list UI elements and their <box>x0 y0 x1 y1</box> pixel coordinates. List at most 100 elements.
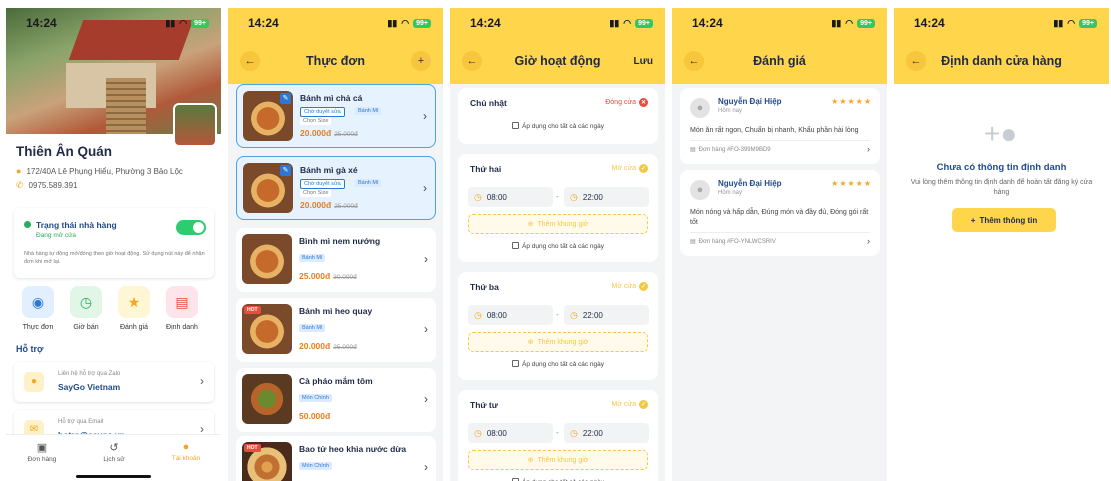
close-time-field[interactable]: ◷ 22:00 <box>564 423 649 443</box>
status-time: 14:24 <box>914 16 945 30</box>
menu-item[interactable]: ✎ Bánh mì chả cá Chờ duyệt sửa Bánh Mì C… <box>236 84 436 148</box>
add-slot-button[interactable]: ⊕ Thêm khung giờ <box>468 450 648 470</box>
restaurant-status-toggle[interactable] <box>176 220 206 235</box>
price-value: 20.000đ <box>300 128 332 138</box>
add-info-button[interactable]: + Thêm thông tin <box>952 208 1056 232</box>
category-chip: Món Chính <box>299 394 332 402</box>
menu-item-image <box>242 234 292 284</box>
menu-shortcut-button[interactable]: ◉ <box>22 286 54 318</box>
menu-item[interactable]: ✎ Bánh mì gà xé Chờ duyệt sửa Bánh Mì Ch… <box>236 156 436 220</box>
close-time-value: 22:00 <box>582 192 603 202</box>
old-price: 25.000đ <box>334 131 358 138</box>
close-time-value: 22:00 <box>582 428 603 438</box>
open-time-field[interactable]: ◷ 08:00 <box>468 305 553 325</box>
status-bar: 14:24 ▮▮ ◠ 99+ <box>228 8 443 38</box>
orders-icon: ▣ <box>36 442 48 454</box>
check-icon: ✓ <box>639 400 648 409</box>
pending-edit-chip: Chờ duyệt sửa <box>300 179 345 189</box>
day-state-label: Đóng cửa <box>605 99 636 106</box>
home-indicator <box>76 475 151 478</box>
empty-state-title: Chưa có thông tin định danh <box>936 162 1067 173</box>
review-text: Món nóng và hấp dẫn, Đúng món và đầy đủ,… <box>690 209 869 226</box>
day-card-wednesday: Thứ tư Mở cửa ✓ ◷ 08:00 - ◷ 22:00 ⊕ Thêm khu… <box>458 390 658 481</box>
add-slot-button[interactable]: ⊕ Thêm khung giờ <box>468 332 648 352</box>
menu-item-price: 20.000đ 25.000đ <box>299 341 357 351</box>
review-time: Hôm nay <box>718 108 743 114</box>
old-price: 25.000đ <box>333 344 357 351</box>
status-bar: 14:24 ▮▮ ◠ 99+ <box>672 8 887 38</box>
apply-all-label: Áp dụng cho tất cả các ngày <box>521 243 605 250</box>
apply-all-label: Áp dụng cho tất cả các ngày <box>521 123 605 130</box>
divider <box>690 232 870 233</box>
menu-item[interactable]: Bình mì nem nướng Bánh Mì 25.000đ 30.000đ… <box>236 228 436 292</box>
add-slot-label: Thêm khung giờ <box>537 338 589 346</box>
arrow-left-icon: ← <box>910 55 922 67</box>
day-open-toggle[interactable]: Mở cửa ✓ <box>612 282 648 291</box>
menu-item[interactable]: HOT Bao tử heo khìa nước dừa Món Chính › <box>236 436 436 481</box>
day-name: Thứ ba <box>470 282 499 292</box>
menu-item-name: Bánh mì heo quay <box>299 306 373 316</box>
location-pin-icon: ● <box>16 166 22 176</box>
close-time-field[interactable]: ◷ 22:00 <box>564 187 649 207</box>
wifi-icon: ◠ <box>1067 17 1076 28</box>
menu-shortcut-label: Thực đơn <box>22 324 54 331</box>
hours-shortcut-button[interactable]: ◷ <box>70 286 102 318</box>
profile-screen: 14:24 ▮▮ ◠ 99+ Thiên Ân Quán ● 172/40A Lê P… <box>6 8 221 481</box>
price-value: 20.000đ <box>300 200 332 210</box>
chevron-right-icon: › <box>424 460 428 474</box>
hours-shortcut-label: Giờ bán <box>73 324 99 331</box>
time-separator: - <box>556 310 559 319</box>
day-open-toggle[interactable]: Mở cửa ✓ <box>612 164 648 173</box>
phone-icon: ✆ <box>16 180 24 190</box>
clock-icon: ◷ <box>570 309 578 320</box>
open-time-value: 08:00 <box>486 428 507 438</box>
tab-orders[interactable]: ▣ Đơn hàng <box>12 441 72 463</box>
apply-all-checkbox[interactable]: Áp dụng cho tất cả các ngày <box>458 242 658 250</box>
review-order-link[interactable]: ▤ Đơn hàng #FO-YNLWCSRIV <box>690 238 776 246</box>
menu-item-price: 20.000đ 25.000đ <box>300 128 358 138</box>
plus-circle-icon: ⊕ <box>527 339 534 346</box>
status-time: 14:24 <box>470 16 501 30</box>
chevron-right-icon: › <box>423 109 427 123</box>
back-button[interactable]: ← <box>906 51 926 71</box>
tab-history[interactable]: ↺ Lịch sử <box>84 441 144 463</box>
zalo-support-card[interactable]: ● Liên hệ hỗ trợ qua Zalo SayGo Vietnam … <box>14 362 214 402</box>
reviews-shortcut-label: Đánh giá <box>119 324 149 331</box>
edit-icon: ✎ <box>280 93 291 104</box>
back-button[interactable]: ← <box>240 51 260 71</box>
battery-icon: 99+ <box>635 18 653 28</box>
review-order-link[interactable]: ▤ Đơn hàng #FO-399M9BD9 <box>690 146 771 154</box>
day-open-toggle[interactable]: Mở cửa ✓ <box>612 400 648 409</box>
back-button[interactable]: ← <box>462 51 482 71</box>
menu-item[interactable]: Cà pháo mắm tôm Món Chính 50.000đ › <box>236 368 436 432</box>
identity-shortcut-button[interactable]: ▤ <box>166 286 198 318</box>
open-time-field[interactable]: ◷ 08:00 <box>468 187 553 207</box>
add-slot-button[interactable]: ⊕ Thêm khung giờ <box>468 214 648 234</box>
account-icon: ● <box>182 441 190 453</box>
signal-icon: ▮▮ <box>609 17 620 28</box>
shop-address: 172/40A Lê Phụng Hiểu, Phường 3 Bảo Lộc <box>26 166 183 176</box>
chevron-right-icon: › <box>424 392 428 406</box>
chevron-right-icon: › <box>424 252 428 266</box>
wifi-icon: ◠ <box>179 17 188 28</box>
old-price: 25.000đ <box>334 203 358 210</box>
add-item-button[interactable]: + <box>411 51 431 71</box>
apply-all-checkbox[interactable]: Áp dụng cho tất cả các ngày <box>458 122 658 130</box>
apply-all-checkbox[interactable]: Áp dụng cho tất cả các ngày <box>458 360 658 368</box>
check-icon: ✓ <box>639 164 648 173</box>
close-time-field[interactable]: ◷ 22:00 <box>564 305 649 325</box>
tab-account[interactable]: ● Tài khoản <box>156 441 216 462</box>
reviews-shortcut-button[interactable]: ★ <box>118 286 150 318</box>
save-button[interactable]: Lưu <box>634 56 653 67</box>
signal-icon: ▮▮ <box>387 17 398 28</box>
rating-stars: ★★★★★ <box>831 179 872 188</box>
menu-item[interactable]: HOT Bánh mì heo quay Bánh Mì 20.000đ 25.0… <box>236 298 436 362</box>
day-closed-toggle[interactable]: Đóng cửa ✕ <box>605 98 648 107</box>
open-time-field[interactable]: ◷ 08:00 <box>468 423 553 443</box>
day-name: Thứ tư <box>470 400 498 410</box>
status-bar: 14:24 ▮▮ ◠ 99+ <box>894 8 1109 38</box>
add-slot-label: Thêm khung giờ <box>537 456 589 464</box>
divider <box>690 140 870 141</box>
back-button[interactable]: ← <box>684 51 704 71</box>
order-code: Đơn hàng #FO-399M9BD9 <box>698 146 771 153</box>
